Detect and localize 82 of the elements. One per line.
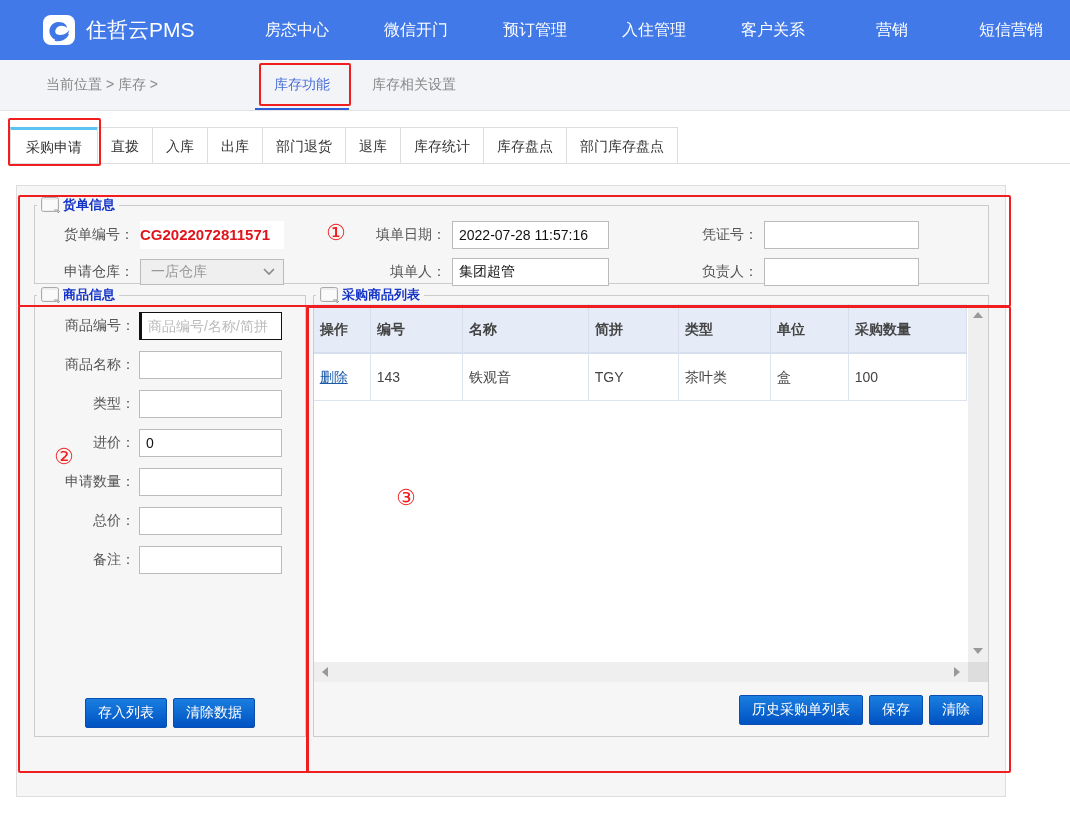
function-tab[interactable]: 退库 xyxy=(345,127,400,163)
table-cell: TGY xyxy=(588,354,679,401)
column-header: 单位 xyxy=(770,304,849,354)
column-header: 简拼 xyxy=(588,304,679,354)
nav-link[interactable]: 营销 xyxy=(832,19,951,41)
action-button[interactable]: 清除 xyxy=(929,695,983,725)
annotation-number: ② xyxy=(54,446,74,468)
nav-link[interactable]: 入住管理 xyxy=(594,19,713,41)
chevron-down-icon xyxy=(263,268,275,276)
field-label: 货单编号： xyxy=(64,226,134,244)
scroll-up-icon[interactable] xyxy=(973,312,983,318)
table-cell: 盒 xyxy=(770,354,849,401)
nav-link[interactable]: 微信开门 xyxy=(356,19,475,41)
nav-link[interactable]: 预订管理 xyxy=(475,19,594,41)
field-label: 填单日期： xyxy=(376,226,446,244)
function-tab[interactable]: 库存盘点 xyxy=(483,127,566,163)
section-tab[interactable]: 库存功能 xyxy=(255,60,349,110)
field-label: 负责人： xyxy=(702,263,758,281)
scroll-left-icon[interactable] xyxy=(321,667,328,677)
action-button[interactable]: 历史采购单列表 xyxy=(739,695,863,725)
input-field[interactable]: 0 xyxy=(139,429,282,457)
logo-icon xyxy=(42,14,76,46)
function-tab[interactable]: 入库 xyxy=(152,127,207,163)
nav-link[interactable]: 客户关系 xyxy=(713,19,832,41)
field-label: 类型： xyxy=(92,395,136,413)
table-cell: 铁观音 xyxy=(462,354,589,401)
input-field[interactable] xyxy=(764,258,919,286)
input-field[interactable] xyxy=(139,351,282,379)
breadcrumb: 当前位置 > 库存 > xyxy=(46,76,160,94)
vertical-scrollbar[interactable] xyxy=(968,304,988,662)
column-header: 名称 xyxy=(462,304,589,354)
form-icon xyxy=(41,286,61,304)
section-title: 货单信息 xyxy=(63,196,115,214)
input-field[interactable] xyxy=(139,546,282,574)
field-label: 申请仓库： xyxy=(64,263,134,281)
form-icon xyxy=(319,286,340,304)
input-field[interactable] xyxy=(139,390,282,418)
scroll-right-icon[interactable] xyxy=(954,667,960,677)
field-label: 填单人： xyxy=(390,263,446,281)
column-header: 编号 xyxy=(370,304,463,354)
order-number: CG2022072811571 xyxy=(140,221,284,249)
input-field[interactable]: 2022-07-28 11:57:16 xyxy=(452,221,609,249)
function-tab[interactable]: 出库 xyxy=(207,127,262,163)
table-cell: 茶叶类 xyxy=(678,354,771,401)
nav-link[interactable]: 房态中心 xyxy=(237,19,356,41)
field-label: 进价： xyxy=(92,434,136,452)
column-header: 操作 xyxy=(313,304,371,354)
function-tab[interactable]: 库存统计 xyxy=(400,127,483,163)
function-tab[interactable]: 部门退货 xyxy=(262,127,345,163)
function-tab[interactable]: 采购申请 xyxy=(10,127,97,163)
scroll-down-icon[interactable] xyxy=(973,648,983,654)
delete-link[interactable]: 删除 xyxy=(319,369,348,385)
section-title: 商品信息 xyxy=(63,286,115,304)
field-label: 凭证号： xyxy=(702,226,758,244)
field-label: 商品名称： xyxy=(64,356,136,374)
column-header: 采购数量 xyxy=(848,304,967,354)
app-name: 住哲云PMS xyxy=(86,17,195,43)
function-tab[interactable]: 部门库存盘点 xyxy=(566,127,678,163)
field-label: 总价： xyxy=(92,512,136,530)
input-field[interactable] xyxy=(139,507,282,535)
form-icon xyxy=(41,196,61,214)
field-label: 商品编号： xyxy=(64,317,136,335)
annotation-number: ③ xyxy=(396,487,416,509)
input-field[interactable]: 商品编号/名称/简拼 xyxy=(139,312,282,340)
action-button[interactable]: 保存 xyxy=(869,695,923,725)
field-label: 备注： xyxy=(92,551,136,569)
function-tab[interactable]: 直拨 xyxy=(97,127,152,163)
input-field[interactable] xyxy=(764,221,919,249)
column-header: 类型 xyxy=(678,304,771,354)
action-button[interactable]: 存入列表 xyxy=(84,698,167,728)
nav-link[interactable]: 短信营销 xyxy=(951,19,1070,41)
input-field[interactable] xyxy=(139,468,282,496)
table-cell: 100 xyxy=(848,354,967,401)
section-tab[interactable]: 库存相关设置 xyxy=(353,60,475,110)
table-cell: 143 xyxy=(370,354,463,401)
scrollbar-corner xyxy=(968,662,988,682)
section-title: 采购商品列表 xyxy=(341,286,420,304)
annotation-number: ① xyxy=(326,222,346,244)
field-label: 申请数量： xyxy=(64,473,136,491)
input-field[interactable]: 集团超管 xyxy=(452,258,609,286)
action-button[interactable]: 清除数据 xyxy=(172,698,255,728)
horizontal-scrollbar[interactable] xyxy=(313,662,968,682)
